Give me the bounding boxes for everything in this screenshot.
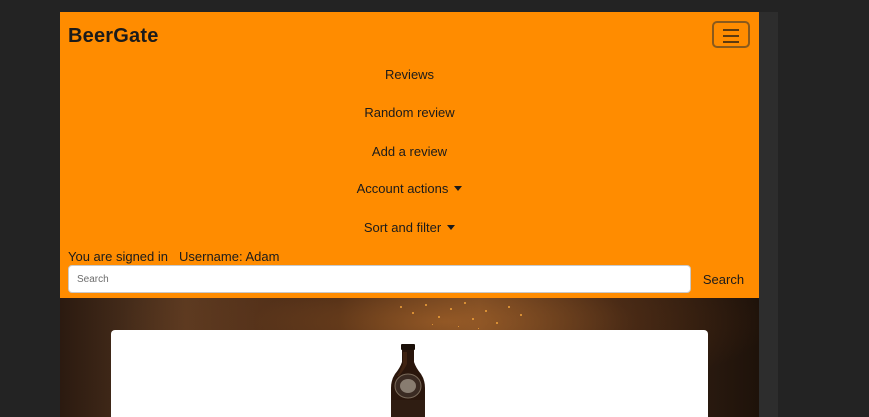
hamburger-menu-icon — [723, 29, 739, 47]
navbar-toggle-button[interactable] — [712, 21, 750, 48]
search-input[interactable] — [68, 265, 691, 293]
nav-dropdown-label: Account actions — [356, 181, 449, 196]
nav-dropdown-sort-filter[interactable]: Sort and filter — [60, 220, 759, 235]
navbar: BeerGate Reviews Random review Add a rev… — [60, 12, 759, 298]
caret-down-icon — [454, 186, 463, 191]
search-button[interactable]: Search — [697, 265, 750, 293]
nav-link-random-review[interactable]: Random review — [60, 105, 759, 120]
caret-down-icon — [447, 225, 456, 230]
username-label: Username: Adam — [179, 249, 280, 264]
nav-dropdown-label: Sort and filter — [363, 220, 442, 235]
nav-link-reviews[interactable]: Reviews — [60, 67, 759, 82]
scrollbar-track[interactable] — [759, 12, 778, 417]
nav-link-add-review[interactable]: Add a review — [60, 144, 759, 159]
brand-logo[interactable]: BeerGate — [68, 25, 159, 48]
signed-in-status: You are signed in — [68, 249, 168, 264]
nav-dropdown-account-actions[interactable]: Account actions — [60, 181, 759, 196]
beer-bottle-image — [391, 344, 425, 417]
page-viewport: BeerGate Reviews Random review Add a rev… — [60, 12, 759, 417]
